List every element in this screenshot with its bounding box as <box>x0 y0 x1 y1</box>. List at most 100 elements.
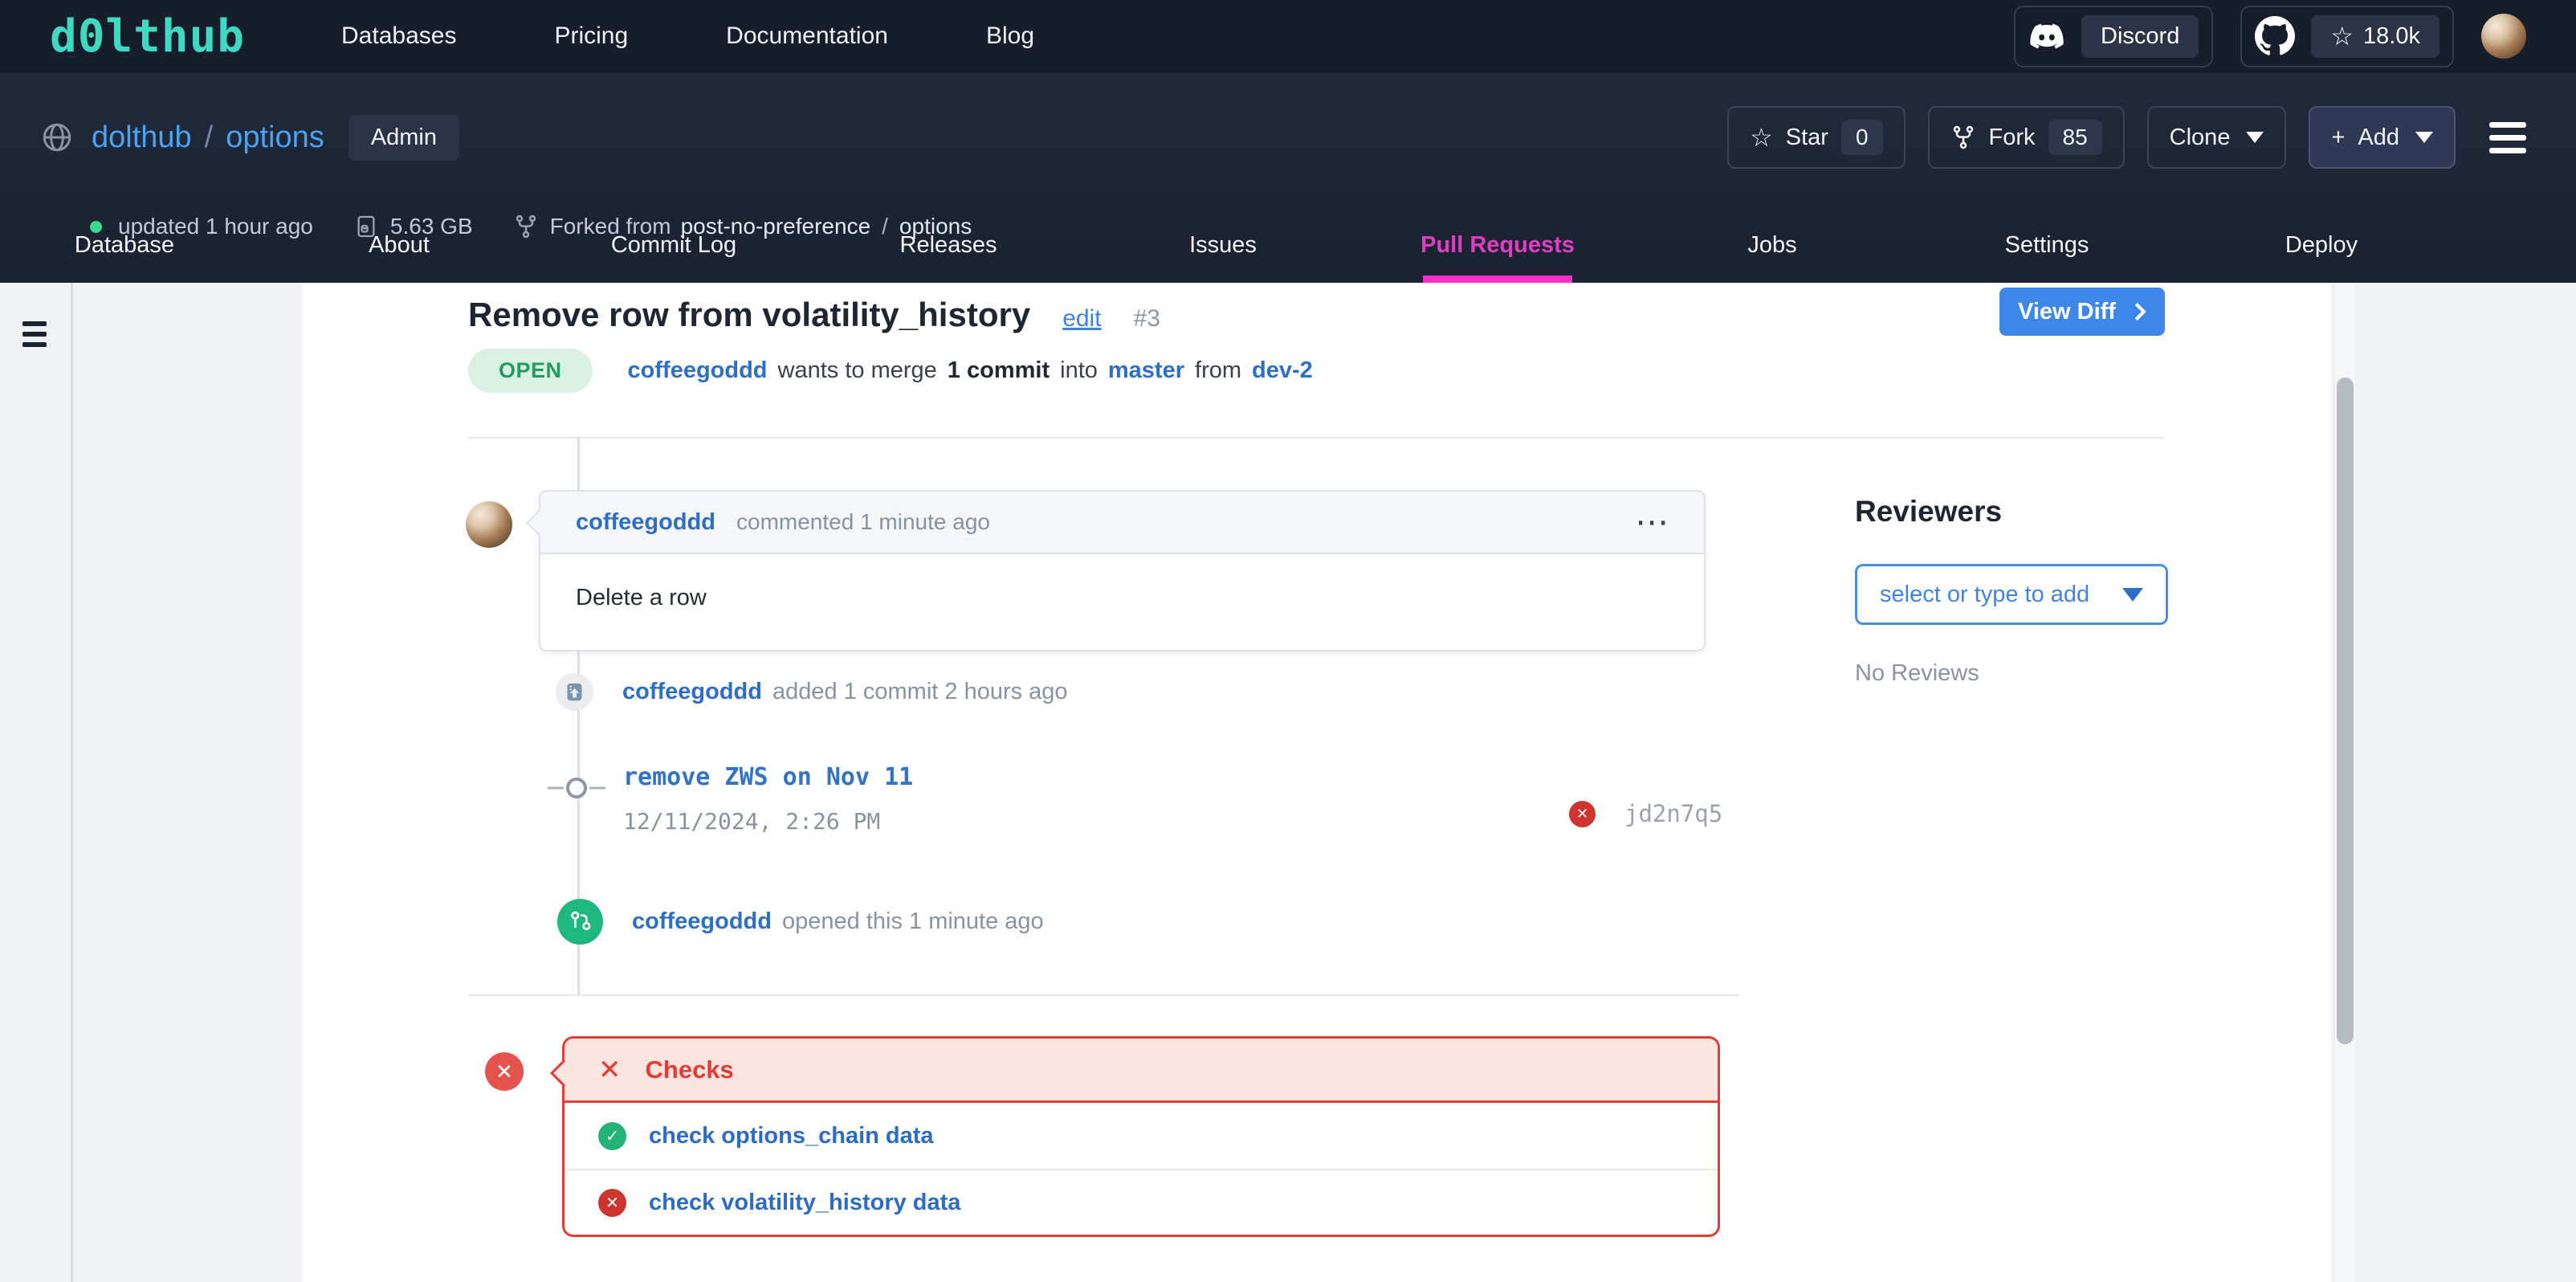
check-fail-icon: ✕ <box>598 1189 626 1217</box>
repo-tabbar: Database About Commit Log Releases Issue… <box>0 207 2459 283</box>
breadcrumb-repo-link[interactable]: options <box>226 120 324 155</box>
event-commit-added: coffeegoddd added 1 commit 2 hours ago <box>556 673 1068 711</box>
fork-button[interactable]: Fork 85 <box>1928 106 2125 169</box>
github-star-count: ☆ 18.0k <box>2311 15 2439 58</box>
admin-badge: Admin <box>348 115 459 161</box>
base-branch-link[interactable]: master <box>1108 357 1184 384</box>
repo-actions: ☆ Star 0 Fork 85 Clone + Add <box>1727 106 2526 169</box>
commit-node-icon <box>548 774 605 806</box>
checks-title: Checks <box>646 1055 734 1084</box>
edit-title-link[interactable]: edit <box>1062 305 1101 333</box>
event-text: added 1 commit 2 hours ago <box>772 679 1068 705</box>
comment-header: coffeegoddd commented 1 minute ago ⋯ <box>540 492 1704 554</box>
scrollbar-thumb[interactable] <box>2337 378 2354 1044</box>
commit-message-link[interactable]: remove ZWS on Nov 11 <box>623 763 913 791</box>
pr-number: #3 <box>1134 305 1160 333</box>
star-icon: ☆ <box>2330 23 2354 49</box>
reviewer-select[interactable]: select or type to add <box>1855 564 2168 625</box>
commit-status: ✕ jd2n7q5 <box>1569 800 1722 827</box>
chevron-down-icon <box>2415 132 2433 143</box>
cross-icon: ✕ <box>598 1054 622 1086</box>
tab-pull-requests[interactable]: Pull Requests <box>1360 207 1635 283</box>
fork-icon <box>1950 125 1976 150</box>
check-row-volatility-history[interactable]: ✕ check volatility_history data <box>565 1169 1718 1235</box>
repo-breadcrumb-row: dolthub / options Admin ☆ Star 0 Fork 85… <box>40 104 2526 170</box>
chevron-right-icon <box>2134 301 2146 322</box>
panel-scrollbar[interactable] <box>2334 283 2355 1282</box>
commit-event-icon <box>556 673 593 711</box>
reviewers-panel: Reviewers select or type to add No Revie… <box>1855 495 2168 687</box>
commit-failed-icon: ✕ <box>1569 801 1596 827</box>
star-button[interactable]: ☆ Star 0 <box>1727 106 1905 169</box>
check-pass-icon: ✓ <box>598 1122 626 1150</box>
user-avatar[interactable] <box>2481 14 2526 59</box>
pr-status-row: OPEN coffeegoddd wants to merge 1 commit… <box>468 349 1313 392</box>
discord-button[interactable]: Discord <box>2014 6 2213 67</box>
github-button[interactable]: ☆ 18.0k <box>2240 6 2454 67</box>
discord-icon <box>2028 18 2065 55</box>
fork-count: 85 <box>2048 120 2102 155</box>
github-icon <box>2255 16 2295 56</box>
chevron-down-icon <box>2122 588 2143 602</box>
add-button[interactable]: + Add <box>2309 106 2456 169</box>
pr-main-panel: Remove row from volatility_history edit … <box>302 283 2331 1282</box>
chevron-down-icon <box>2246 132 2264 143</box>
no-reviews-text: No Reviews <box>1855 660 2168 687</box>
nav-documentation[interactable]: Documentation <box>726 22 888 50</box>
tab-commit-log[interactable]: Commit Log <box>536 207 811 283</box>
repo-menu-button[interactable] <box>2489 122 2526 153</box>
plus-icon: + <box>2331 125 2345 151</box>
breadcrumb: dolthub / options <box>92 120 324 155</box>
clone-button[interactable]: Clone <box>2147 106 2287 169</box>
commit-hash-link[interactable]: jd2n7q5 <box>1624 800 1722 827</box>
breadcrumb-owner-link[interactable]: dolthub <box>92 120 192 155</box>
section-divider <box>468 994 1739 996</box>
pr-titlebar: Remove row from volatility_history edit … <box>468 296 1160 334</box>
commit-date: 12/11/2024, 2:26 PM <box>623 808 880 835</box>
comment-author-link[interactable]: coffeegoddd <box>576 509 715 536</box>
event-author-link[interactable]: coffeegoddd <box>622 679 762 705</box>
merge-summary: coffeegoddd wants to merge 1 commit into… <box>628 357 1313 384</box>
pr-title: Remove row from volatility_history <box>468 296 1030 334</box>
dolthub-logo[interactable]: d0lthub <box>50 10 245 63</box>
tab-about[interactable]: About <box>262 207 536 283</box>
event-text: opened this 1 minute ago <box>782 908 1044 935</box>
globe-icon <box>40 120 74 154</box>
repo-header: dolthub / options Admin ☆ Star 0 Fork 85… <box>0 72 2576 283</box>
top-navbar: d0lthub Databases Pricing Documentation … <box>0 0 2576 72</box>
main-nav: Databases Pricing Documentation Blog <box>341 22 1034 50</box>
discord-label: Discord <box>2081 15 2199 58</box>
tab-releases[interactable]: Releases <box>811 207 1086 283</box>
tab-deploy[interactable]: Deploy <box>2184 207 2459 283</box>
view-diff-button[interactable]: View Diff <box>1999 288 2165 336</box>
check-row-options-chain[interactable]: ✓ check options_chain data <box>565 1103 1718 1169</box>
section-divider <box>468 437 2164 439</box>
tab-issues[interactable]: Issues <box>1086 207 1360 283</box>
checks-header: ✕ Checks <box>565 1039 1718 1103</box>
tab-settings[interactable]: Settings <box>1910 207 2184 283</box>
star-count: 0 <box>1841 120 1883 155</box>
event-pr-opened: coffeegoddd opened this 1 minute ago <box>557 899 1044 945</box>
reviewers-title: Reviewers <box>1855 495 2168 529</box>
navbar-right: Discord ☆ 18.0k <box>2014 6 2526 67</box>
tab-jobs[interactable]: Jobs <box>1635 207 1910 283</box>
sidebar-toggle-button[interactable] <box>22 321 47 347</box>
pr-status-badge: OPEN <box>468 349 593 393</box>
comment-body: Delete a row <box>540 554 1704 650</box>
pr-author-link[interactable]: coffeegoddd <box>628 357 768 384</box>
nav-databases[interactable]: Databases <box>341 22 456 50</box>
pull-request-icon <box>557 899 603 945</box>
checks-card: ✕ Checks ✓ check options_chain data ✕ ch… <box>562 1036 1720 1237</box>
left-rail-divider <box>71 283 73 1282</box>
tab-database[interactable]: Database <box>0 207 262 283</box>
reviewer-select-placeholder: select or type to add <box>1880 582 2089 608</box>
nav-blog[interactable]: Blog <box>986 22 1034 50</box>
comment-meta: commented 1 minute ago <box>736 509 990 535</box>
comment-author-avatar[interactable] <box>466 501 512 548</box>
head-branch-link[interactable]: dev-2 <box>1252 357 1313 384</box>
checks-failed-badge-icon: ✕ <box>485 1052 524 1091</box>
comment-card: coffeegoddd commented 1 minute ago ⋯ Del… <box>539 490 1706 651</box>
event-author-link[interactable]: coffeegoddd <box>632 908 772 935</box>
nav-pricing[interactable]: Pricing <box>554 22 628 50</box>
star-icon: ☆ <box>1750 125 1773 150</box>
